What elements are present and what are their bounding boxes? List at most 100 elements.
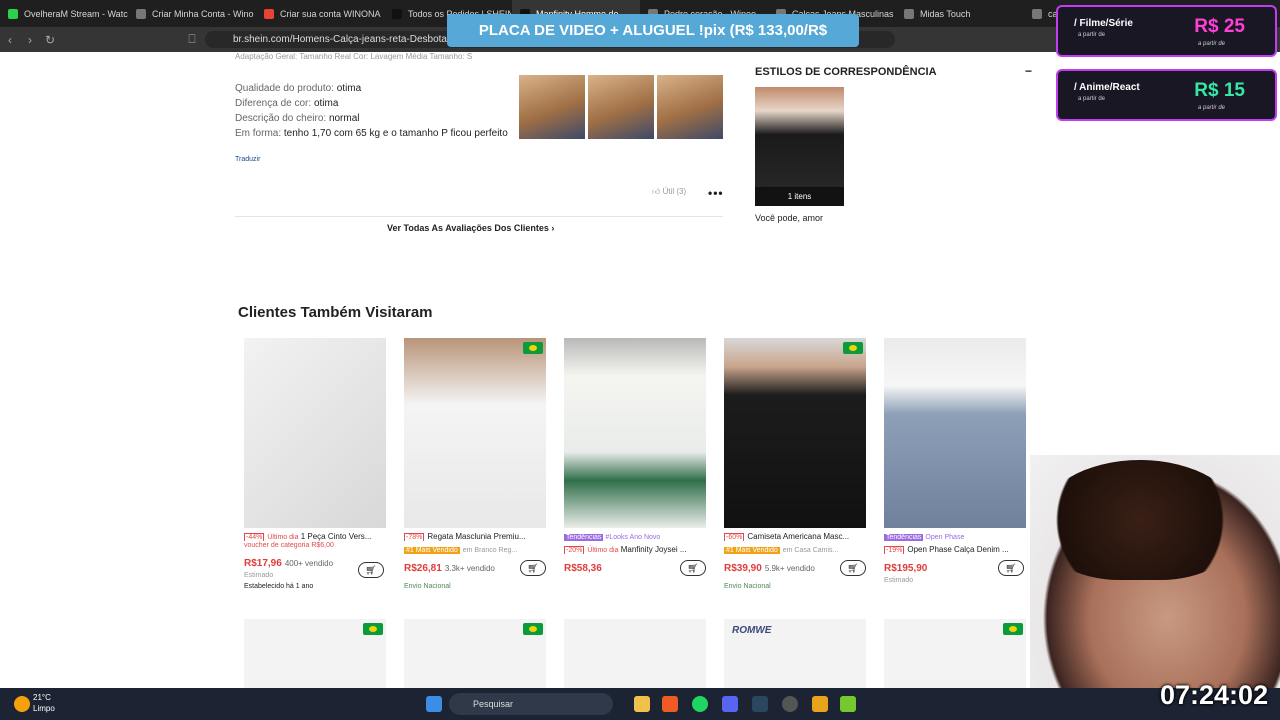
product-image[interactable] — [564, 338, 706, 528]
discount-badge: -78% — [404, 533, 425, 541]
review-field: Descrição do cheiro: normal — [235, 113, 360, 124]
trending-badge: Tendências — [564, 534, 604, 541]
tag-label: Último dia — [267, 534, 299, 541]
tab-favicon-icon — [392, 8, 402, 19]
file-explorer-icon[interactable] — [634, 696, 650, 712]
product-title: Regata Masclunia Premiu... — [427, 532, 526, 541]
add-to-cart-icon[interactable]: 🛒︎ — [520, 560, 546, 576]
tag-label: Último dia — [587, 547, 619, 554]
review-field: Em forma: tenho 1,70 com 65 kg e o taman… — [235, 128, 508, 139]
product-title: Camiseta Americana Masc... — [747, 532, 850, 541]
review-field: Diferença de cor: otima — [235, 98, 339, 109]
product-price: R$195,90 — [884, 563, 928, 574]
browser-tab[interactable]: OvelheraM Stream - Watc — [0, 0, 128, 27]
product-card-placeholder[interactable]: ROMWE — [724, 619, 866, 689]
browser-tab[interactable]: Criar Minha Conta - Wino — [128, 0, 256, 27]
product-card[interactable]: -44% Último dia 1 Peça Cinto Vers... vouc… — [244, 338, 386, 590]
brazil-flag-icon — [1003, 623, 1023, 635]
product-title: 1 Peça Cinto Vers... — [300, 532, 372, 541]
brazil-flag-icon — [363, 623, 383, 635]
product-title: Open Phase Calça Denim ... — [907, 545, 1009, 554]
trending-tag: Open Phase — [925, 534, 965, 541]
product-price: R$17,96 — [244, 558, 282, 569]
tab-favicon-icon — [904, 8, 914, 19]
matching-caption: Você pode, amor — [755, 213, 824, 223]
tab-label: Midas Touch — [920, 8, 971, 19]
tab-favicon-icon — [264, 8, 274, 19]
collapse-icon[interactable]: − — [1025, 64, 1032, 78]
trending-tag: #Looks Ano Novo — [605, 534, 661, 541]
add-to-cart-icon[interactable]: 🛒︎ — [998, 560, 1024, 576]
tab-favicon-icon — [136, 8, 146, 19]
bestseller-badge: #1 Mais Vendido — [724, 547, 780, 554]
discount-badge: -19% — [884, 546, 905, 554]
review-field: Qualidade do produto: otima — [235, 83, 362, 94]
product-card-placeholder[interactable] — [244, 619, 386, 689]
shipping-label: Envio Nacional — [724, 583, 771, 590]
browser-tab[interactable]: Criar sua conta WINONA — [256, 0, 384, 27]
product-image[interactable] — [724, 338, 866, 528]
add-to-cart-icon[interactable]: 🛒︎ — [358, 562, 384, 578]
review-fit-line: Adaptação Geral: Tamanho Real Cor: Lavag… — [235, 52, 473, 61]
product-card[interactable]: Tendências Open Phase -19% Open Phase Calç… — [884, 338, 1026, 584]
webcam-person — [1040, 460, 1240, 580]
product-image[interactable] — [404, 338, 546, 528]
overlay-title: / Anime/React — [1074, 82, 1140, 93]
product-card[interactable]: -60% Camiseta Americana Masc... #1 Mais V… — [724, 338, 866, 590]
review-photo[interactable] — [588, 75, 654, 139]
tab-label: Criar sua conta WINONA — [280, 8, 381, 19]
product-image[interactable] — [244, 338, 386, 528]
bestseller-badge: #1 Mais Vendido — [404, 547, 460, 554]
app-icon[interactable] — [812, 696, 828, 712]
product-card-placeholder[interactable] — [564, 619, 706, 689]
obs-icon[interactable] — [782, 696, 798, 712]
translate-link[interactable]: Traduzir — [235, 156, 260, 163]
store-info: Estabelecido há 1 ano — [244, 583, 314, 590]
sold-count: 400+ vendido — [284, 559, 334, 568]
forward-arrow-icon[interactable]: › — [20, 33, 40, 47]
overlay-price-sub: a partir de — [1197, 105, 1225, 111]
taskbar-search[interactable]: Pesquisar — [449, 693, 614, 715]
spotify-icon[interactable] — [692, 696, 708, 712]
temperature: 21°C — [33, 693, 51, 702]
app-icon[interactable] — [840, 696, 856, 712]
steam-icon[interactable] — [752, 696, 768, 712]
windows-start-icon[interactable] — [426, 696, 442, 712]
product-price: R$39,90 — [724, 563, 762, 574]
overlay-price-sub: a partir de — [1197, 41, 1225, 47]
stream-promo-banner: PLACA DE VIDEO + ALUGUEL !pix (R$ 133,00… — [447, 14, 859, 72]
see-all-reviews-link[interactable]: Ver Todas As Avaliações Dos Clientes › — [387, 223, 554, 233]
brave-icon[interactable] — [662, 696, 678, 712]
product-title: Manfinity Joysei ... — [620, 545, 687, 554]
product-image[interactable] — [884, 338, 1026, 528]
trending-badge: Tendências — [884, 534, 924, 541]
review-photo[interactable] — [657, 75, 723, 139]
reload-icon[interactable]: ↻ — [40, 33, 60, 47]
brazil-flag-icon — [843, 342, 863, 354]
add-to-cart-icon[interactable]: 🛒︎ — [840, 560, 866, 576]
overlay-card: / Filme/Série a partir de R$ 25 a partir… — [1056, 5, 1277, 57]
discount-badge: -44% — [244, 533, 265, 541]
product-card[interactable]: -78% Regata Masclunia Premiu... #1 Mais V… — [404, 338, 546, 590]
weather-text: Limpo — [33, 704, 55, 713]
bookmark-icon[interactable]: ⎕ — [182, 32, 202, 47]
overlay-price: R$ 15 — [1194, 80, 1245, 101]
useful-button[interactable]: 👍︎ Útil (3) — [652, 187, 686, 197]
back-arrow-icon[interactable]: ‹ — [0, 33, 20, 47]
more-options-icon[interactable]: ••• — [708, 186, 724, 200]
category-rank: em Casa Camis... — [782, 547, 839, 554]
brazil-flag-icon — [523, 342, 543, 354]
sold-count: 3.3k+ vendido — [444, 564, 495, 573]
discord-icon[interactable] — [722, 696, 738, 712]
thumbs-up-icon: 👍︎ — [652, 187, 663, 196]
brazil-flag-icon — [523, 623, 543, 635]
browser-tab[interactable]: Midas Touch — [896, 0, 1024, 27]
tab-label: Criar Minha Conta - Wino — [152, 8, 254, 19]
tab-favicon-icon — [8, 8, 18, 19]
voucher-text: voucher de categoria R$6,00 — [244, 542, 334, 549]
review-photo[interactable] — [519, 75, 585, 139]
product-card-placeholder[interactable] — [884, 619, 1026, 689]
product-card-placeholder[interactable] — [404, 619, 546, 689]
product-card[interactable]: Tendências #Looks Ano Novo -20% Último dia… — [564, 338, 706, 576]
add-to-cart-icon[interactable]: 🛒︎ — [680, 560, 706, 576]
